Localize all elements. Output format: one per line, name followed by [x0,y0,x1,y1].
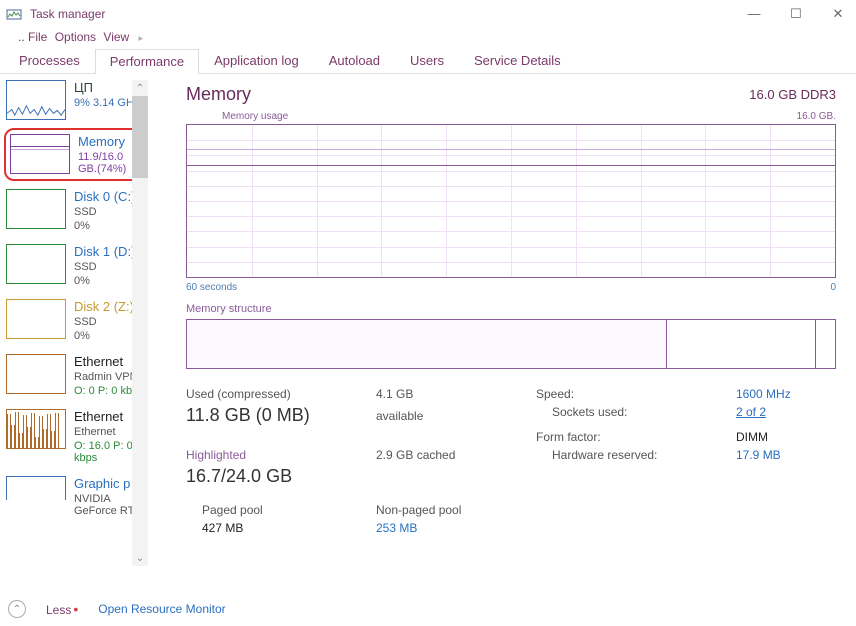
close-button[interactable]: ✕ [826,6,850,22]
tab-bar: Processes Performance Application log Au… [0,48,856,74]
main-panel: Memory 16.0 GB DDR3 Memory usage 16.0 GB… [150,74,856,572]
hw-reserved-value: 17.9 MB [736,448,836,462]
sidebar-item-disk1[interactable]: Disk 1 (D:) SSD 0% [0,238,150,293]
memory-structure-chart [186,319,836,369]
tab-applog[interactable]: Application log [199,48,314,73]
disk-thumb [6,189,66,229]
title-bar: Task manager — ☐ ✕ [0,0,856,28]
paged-pool-label: Paged pool [186,503,376,517]
less-button[interactable]: Less• [46,601,78,617]
content-area: ЦП 9% 3.14 GHz Memory 11.9/16.0 GB.(74%)… [0,74,856,572]
structure-label: Memory structure [186,303,836,315]
speed-label: Speed: [536,387,736,401]
ethernet-thumb [6,409,66,449]
sidebar-item-label: Disk 0 (C:) [74,189,135,204]
axis-right: 0 [830,282,836,293]
collapse-icon[interactable]: ⌃ [8,600,26,618]
sidebar-item-disk2[interactable]: Disk 2 (Z:) SSD 0% [0,293,150,348]
tab-service[interactable]: Service Details [459,48,576,73]
paged-pool-value: 427 MB [186,521,376,535]
sidebar-item-sub: SSD [74,261,135,273]
chart-label-text: Memory usage [222,111,288,122]
tab-processes[interactable]: Processes [4,48,95,73]
form-factor-value: DIMM [736,430,836,444]
sidebar-item-sub: SSD [74,316,134,328]
scroll-thumb[interactable] [132,96,148,178]
footer: ⌃ Less• Open Resource Monitor [8,600,226,618]
window-controls: — ☐ ✕ [742,6,850,22]
chart-x-axis: 60 seconds 0 [186,282,836,293]
disk-thumb [6,244,66,284]
menu-file[interactable]: File [28,30,47,44]
sidebar-item-label: ЦП [74,80,139,95]
sidebar-item-label: Disk 1 (D:) [74,244,135,259]
sidebar-item-gpu[interactable]: Graphic p NVIDIA GeForce RTX [0,470,150,517]
menu-view[interactable]: View [103,30,129,44]
memory-stats: Used (compressed) 4.1 GB Speed: 1600 MHz… [186,387,836,535]
sidebar-item-label: Memory [78,134,140,149]
menu-bar: .. File Options View ▸ [0,28,856,48]
sidebar-item-cpu[interactable]: ЦП 9% 3.14 GHz [0,74,150,126]
chart-label: Memory usage 16.0 GB. [186,111,836,122]
sidebar-item-sub2: 0% [74,220,135,232]
tab-autoload[interactable]: Autoload [314,48,395,73]
highlighted-label: Highlighted [186,448,376,462]
hw-reserved-label: Hardware reserved: [536,448,736,462]
disk-thumb [6,299,66,339]
scroll-down-icon[interactable]: ⌄ [132,550,148,566]
used-sub: 4.1 GB [376,387,536,401]
tab-users[interactable]: Users [395,48,459,73]
gpu-thumb [6,476,66,500]
tab-performance[interactable]: Performance [95,49,199,74]
sidebar-item-ethernet[interactable]: Ethernet Ethernet O: 16.0 P: 0 kbps [0,403,150,470]
page-title: Memory [186,84,251,105]
sidebar-item-sub: 9% 3.14 GHz [74,97,139,109]
nonpaged-pool-value: 253 MB [376,521,536,535]
memory-thumb [10,134,70,174]
sidebar-item-ethernet-vpn[interactable]: Ethernet Radmin VPN O: 0 P: 0 kbps [0,348,150,403]
cpu-thumb [6,80,66,120]
maximize-button[interactable]: ☐ [784,6,808,22]
app-icon [6,6,22,22]
sidebar-item-sub2: 0% [74,275,135,287]
sockets-value: 2 of 2 [736,405,836,426]
sidebar-item-label: Disk 2 (Z:) [74,299,134,314]
used-label: Used (compressed) [186,387,376,401]
highlighted-big: 16.7/24.0 GB [186,466,376,487]
memory-usage-chart [186,124,836,278]
sidebar-item-memory[interactable]: Memory 11.9/16.0 GB.(74%) [4,128,146,181]
sockets-label: Sockets used: [536,405,736,426]
chart-ymax: 16.0 GB. [797,111,836,122]
scroll-up-icon[interactable]: ⌃ [132,80,148,96]
window-title: Task manager [30,7,105,21]
used-big: 11.8 GB (0 MB) [186,405,376,426]
sidebar-item-disk0[interactable]: Disk 0 (C:) SSD 0% [0,183,150,238]
speed-value: 1600 MHz [736,387,836,401]
memory-total: 16.0 GB DDR3 [749,87,836,102]
sidebar-item-sub: SSD [74,206,135,218]
sidebar-scrollbar[interactable]: ⌃ ⌄ [132,80,148,566]
available-label: available [376,409,536,423]
nonpaged-pool-label: Non-paged pool [376,503,536,517]
sidebar-item-sub2: 0% [74,330,134,342]
cached-label: 2.9 GB cached [376,448,536,462]
sidebar: ЦП 9% 3.14 GHz Memory 11.9/16.0 GB.(74%)… [0,74,150,572]
scroll-track[interactable] [132,96,148,550]
ethernet-thumb [6,354,66,394]
axis-left: 60 seconds [186,282,237,293]
sidebar-item-sub: 11.9/16.0 GB.(74%) [78,151,140,175]
menu-options[interactable]: Options [55,30,96,44]
menu-more-icon: ▸ [139,33,144,43]
minimize-button[interactable]: — [742,6,766,22]
form-factor-label: Form factor: [536,430,736,444]
open-resource-monitor-link[interactable]: Open Resource Monitor [98,602,225,616]
